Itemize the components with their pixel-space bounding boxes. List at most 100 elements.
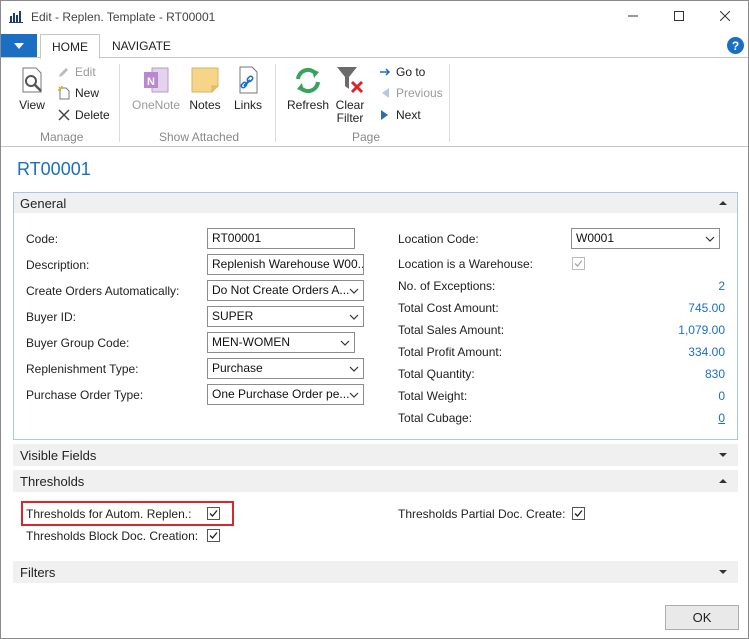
- previous-label: Previous: [396, 86, 443, 100]
- total-cubage-label: Total Cubage:: [398, 411, 473, 425]
- onenote-icon: N: [140, 64, 172, 96]
- title-bar: Edit - Replen. Template - RT00001: [1, 1, 748, 32]
- visible-fields-fasttab-header[interactable]: Visible Fields: [13, 444, 738, 466]
- ribbon-tabs: HOME NAVIGATE ?: [1, 32, 748, 59]
- filters-title: Filters: [20, 565, 56, 580]
- app-icon: [9, 9, 23, 23]
- total-sales-amount-label: Total Sales Amount:: [398, 323, 505, 337]
- location-code-label: Location Code:: [398, 232, 479, 246]
- ribbon-separator: [275, 64, 276, 142]
- pencil-icon: [57, 65, 71, 79]
- links-icon: [232, 64, 264, 96]
- maximize-button[interactable]: [656, 3, 702, 29]
- tab-home[interactable]: HOME: [40, 34, 100, 59]
- links-button[interactable]: Links: [230, 64, 266, 112]
- location-code-value: W0001: [576, 231, 615, 245]
- view-button[interactable]: View: [13, 64, 51, 112]
- purchase-order-type-value: One Purchase Order pe...: [212, 387, 350, 401]
- buyer-id-value: SUPER: [212, 309, 254, 323]
- checkmark-icon: [574, 260, 583, 267]
- thresholds-fasttab-header[interactable]: Thresholds: [13, 470, 738, 492]
- total-quantity-value[interactable]: 830: [661, 367, 725, 381]
- clear-filter-button[interactable]: Clear Filter: [333, 64, 367, 125]
- location-code-select[interactable]: W0001: [571, 228, 720, 249]
- general-fasttab-header[interactable]: General: [13, 192, 738, 214]
- total-sales-amount-value[interactable]: 1,079.00: [661, 323, 725, 337]
- thresholds-title: Thresholds: [20, 474, 85, 489]
- chevron-down-icon: [349, 392, 359, 398]
- notes-label: Notes: [189, 98, 221, 112]
- chevron-down-icon: [349, 314, 359, 320]
- total-cost-amount-label: Total Cost Amount:: [398, 301, 499, 315]
- buyer-group-label: Buyer Group Code:: [26, 336, 130, 350]
- view-label: View: [19, 98, 45, 112]
- total-cost-amount-value[interactable]: 745.00: [661, 301, 725, 315]
- edit-window: Edit - Replen. Template - RT00001 HOME N…: [0, 0, 749, 639]
- close-button[interactable]: [702, 3, 748, 29]
- help-icon[interactable]: ?: [727, 37, 744, 54]
- total-cubage-value[interactable]: 0: [661, 411, 725, 425]
- new-label: New: [75, 86, 100, 100]
- onenote-label: OneNote: [131, 98, 181, 112]
- close-icon: [720, 11, 730, 21]
- no-of-exceptions-label: No. of Exceptions:: [398, 279, 496, 293]
- total-profit-amount-label: Total Profit Amount:: [398, 345, 503, 359]
- thresholds-autom-replen-checkbox[interactable]: [207, 507, 220, 520]
- code-input[interactable]: RT00001: [207, 228, 355, 249]
- description-input[interactable]: Replenish Warehouse W00...: [207, 254, 364, 275]
- refresh-button[interactable]: Refresh: [285, 64, 331, 112]
- page-group-label: Page: [352, 130, 381, 144]
- thresholds-block-doc-label: Thresholds Block Doc. Creation:: [26, 529, 199, 543]
- next-button[interactable]: Next: [378, 105, 421, 125]
- checkmark-icon: [574, 510, 583, 517]
- visible-fields-title: Visible Fields: [20, 448, 97, 463]
- buyer-group-select[interactable]: MEN-WOMEN: [207, 332, 355, 353]
- clear-filter-label-line2: Filter: [336, 111, 364, 125]
- delete-button[interactable]: Delete: [57, 105, 110, 125]
- thresholds-partial-doc-checkbox[interactable]: [572, 507, 585, 520]
- triangle-left-icon: [378, 86, 392, 100]
- checkmark-icon: [209, 510, 218, 517]
- tab-navigate[interactable]: NAVIGATE: [101, 34, 182, 59]
- ribbon-separator: [449, 64, 450, 142]
- ribbon-separator: [119, 64, 120, 142]
- ribbon: View Edit New Delete Manage N OneNote No…: [1, 57, 748, 147]
- new-button[interactable]: New: [57, 83, 99, 103]
- go-to-button[interactable]: Go to: [378, 62, 425, 82]
- clear-filter-label-line1: Clear: [335, 98, 365, 112]
- delete-icon: [57, 108, 71, 122]
- onenote-button[interactable]: N OneNote: [129, 64, 183, 112]
- page-title: RT00001: [17, 159, 91, 179]
- buyer-id-select[interactable]: SUPER: [207, 306, 364, 327]
- create-orders-value: Do Not Create Orders A...: [212, 283, 350, 297]
- replenishment-type-select[interactable]: Purchase: [207, 358, 364, 379]
- edit-button[interactable]: Edit: [57, 62, 96, 82]
- purchase-order-type-select[interactable]: One Purchase Order pe...: [207, 384, 364, 405]
- application-menu-button[interactable]: [1, 34, 37, 58]
- show-attached-group-label: Show Attached: [159, 130, 240, 144]
- location-is-warehouse-label: Location is a Warehouse:: [398, 257, 533, 271]
- chevron-down-icon: [705, 236, 715, 242]
- no-of-exceptions-value[interactable]: 2: [661, 279, 725, 293]
- purchase-order-type-label: Purchase Order Type:: [26, 388, 144, 402]
- chevron-up-icon: [719, 479, 727, 483]
- location-is-warehouse-checkbox: [572, 257, 585, 270]
- ok-button[interactable]: OK: [665, 605, 739, 630]
- dropdown-icon: [14, 43, 24, 49]
- create-orders-select[interactable]: Do Not Create Orders A...: [207, 280, 364, 301]
- thresholds-block-doc-checkbox[interactable]: [207, 529, 220, 542]
- next-label: Next: [396, 108, 421, 122]
- filters-fasttab-header[interactable]: Filters: [13, 561, 738, 583]
- new-document-icon: [57, 86, 71, 100]
- buyer-id-label: Buyer ID:: [26, 310, 77, 324]
- notes-button[interactable]: Notes: [187, 64, 223, 112]
- total-weight-value[interactable]: 0: [661, 389, 725, 403]
- chevron-down-icon: [340, 340, 350, 346]
- minimize-button[interactable]: [610, 3, 656, 29]
- replenishment-type-label: Replenishment Type:: [26, 362, 139, 376]
- general-title: General: [20, 196, 67, 211]
- minimize-icon: [628, 15, 638, 17]
- total-profit-amount-value[interactable]: 334.00: [661, 345, 725, 359]
- previous-button[interactable]: Previous: [378, 83, 443, 103]
- delete-label: Delete: [75, 108, 110, 122]
